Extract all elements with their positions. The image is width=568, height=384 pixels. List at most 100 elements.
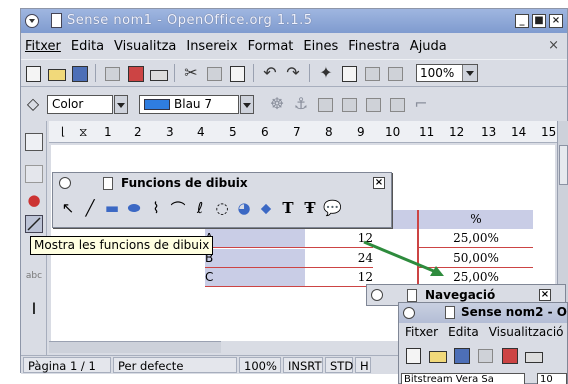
wrap-through-icon[interactable] bbox=[339, 94, 359, 114]
navigator-menu-icon[interactable] bbox=[371, 289, 383, 301]
shadow-icon[interactable]: ☸ bbox=[267, 94, 287, 114]
redo-icon[interactable]: ↷ bbox=[283, 63, 303, 83]
anchor-icon[interactable]: ⚓ bbox=[291, 94, 311, 114]
curve-icon[interactable]: ⌒ bbox=[169, 198, 187, 219]
cut-icon[interactable]: ✂ bbox=[181, 63, 201, 83]
paste-icon[interactable] bbox=[227, 63, 247, 83]
line-style-select[interactable]: Color bbox=[47, 94, 128, 114]
horizontal-scrollbar[interactable] bbox=[49, 341, 221, 353]
menu-edita[interactable]: Edita bbox=[448, 325, 479, 339]
ruler-number: 9 bbox=[357, 125, 365, 139]
datasources-icon[interactable] bbox=[385, 63, 405, 83]
pie-icon[interactable]: ◕ bbox=[235, 199, 253, 217]
minimize-button[interactable]: _ bbox=[515, 14, 529, 28]
document-close-button[interactable]: × bbox=[548, 38, 559, 53]
table-header-cell[interactable]: % bbox=[419, 210, 533, 229]
title-bar[interactable]: Sense nom1 - OpenOffice.org 1.1.5 _ ■ × bbox=[21, 9, 567, 33]
status-zoom[interactable]: 100% bbox=[239, 357, 281, 373]
print-icon[interactable] bbox=[523, 345, 543, 365]
area-style-icon[interactable]: ◇ bbox=[23, 94, 43, 114]
second-window-menu-icon[interactable] bbox=[403, 307, 415, 319]
menu-insereix[interactable]: Insereix bbox=[186, 39, 237, 54]
gallery-icon[interactable] bbox=[362, 63, 382, 83]
ruler-number: 4 bbox=[197, 125, 205, 139]
ellipse-icon[interactable]: ⬬ bbox=[125, 199, 143, 217]
window-menu-icon[interactable] bbox=[25, 14, 39, 28]
insert-icon[interactable] bbox=[25, 133, 43, 151]
freeform-icon[interactable]: ℓ bbox=[191, 199, 209, 217]
close-button[interactable]: × bbox=[549, 14, 563, 28]
menu-fitxer[interactable]: Fitxer bbox=[25, 39, 61, 54]
status-selection-mode[interactable]: STD bbox=[325, 357, 353, 373]
second-window-toolbar bbox=[403, 345, 543, 365]
scrollbar-thumb[interactable] bbox=[559, 145, 568, 185]
export-pdf-icon[interactable] bbox=[499, 345, 519, 365]
edit-file-icon[interactable] bbox=[475, 345, 495, 365]
menu-format[interactable]: Format bbox=[248, 39, 294, 54]
panel-title-bar[interactable]: Funcions de dibuix × bbox=[53, 173, 391, 193]
open-folder-icon[interactable] bbox=[427, 345, 447, 365]
font-size-select[interactable]: 10 bbox=[537, 373, 567, 384]
status-page-style[interactable]: Per defecte bbox=[113, 357, 237, 373]
navigator-icon[interactable]: ✦ bbox=[316, 63, 336, 83]
menu-visualitzacio[interactable]: Visualització bbox=[489, 325, 564, 339]
new-document-icon[interactable] bbox=[23, 63, 43, 83]
line-icon[interactable]: ╱ bbox=[81, 199, 99, 217]
spellcheck-icon[interactable]: abc bbox=[25, 271, 43, 289]
status-hyperlink-mode[interactable]: H bbox=[355, 357, 371, 373]
panel-close-button[interactable]: × bbox=[373, 177, 385, 189]
drop-icon[interactable]: ⬥ bbox=[257, 199, 275, 217]
new-document-icon[interactable] bbox=[403, 345, 423, 365]
save-icon[interactable] bbox=[69, 63, 89, 83]
insert-field-icon[interactable] bbox=[25, 165, 43, 183]
table-icon[interactable] bbox=[339, 63, 359, 83]
ruler-number: 8 bbox=[325, 125, 333, 139]
copy-icon[interactable] bbox=[204, 63, 224, 83]
rectangle-icon[interactable]: ▬ bbox=[103, 199, 121, 217]
panel-menu-icon[interactable] bbox=[59, 177, 71, 189]
select-arrow-icon[interactable]: ↖ bbox=[59, 199, 77, 217]
status-insert-mode[interactable]: INSRT bbox=[283, 357, 323, 373]
navigator-close-button[interactable]: × bbox=[539, 289, 551, 301]
tab-stop-icon[interactable]: ⌊ bbox=[61, 125, 65, 138]
table-cell[interactable]: A bbox=[205, 229, 305, 248]
arc-icon[interactable]: ◌ bbox=[213, 199, 231, 217]
undo-icon[interactable]: ↶ bbox=[260, 63, 280, 83]
draw-functions-icon[interactable] bbox=[25, 215, 43, 233]
polygon-icon[interactable]: ⌇ bbox=[147, 199, 165, 217]
line-style-value: Color bbox=[52, 96, 84, 111]
table-cell[interactable]: B bbox=[205, 249, 305, 268]
menu-visualitza[interactable]: Visualitza bbox=[114, 39, 176, 54]
form-icon[interactable]: ● bbox=[25, 191, 43, 209]
callout-icon[interactable]: 💬 bbox=[323, 199, 342, 217]
fill-color-select[interactable]: Blau 7 bbox=[139, 94, 254, 114]
font-name-select[interactable]: Bitstream Vera Sa bbox=[401, 373, 525, 384]
second-window-title-bar[interactable]: Sense nom2 - O bbox=[399, 303, 567, 323]
arrange-icon[interactable] bbox=[387, 94, 407, 114]
save-icon[interactable] bbox=[451, 345, 471, 365]
navigator-doc-icon bbox=[407, 289, 417, 302]
print-icon[interactable] bbox=[148, 63, 168, 83]
zoom-select[interactable]: 100% bbox=[416, 64, 478, 82]
menu-edita[interactable]: Edita bbox=[71, 39, 104, 54]
second-window-menu-bar: Fitxer Edita Visualització bbox=[405, 325, 564, 339]
wrap-icon[interactable] bbox=[315, 94, 335, 114]
horizontal-ruler[interactable]: ⌊ ⧖ 1 2 3 4 5 6 7 8 9 10 11 12 13 14 15 bbox=[49, 121, 557, 143]
menu-fitxer[interactable]: Fitxer bbox=[405, 325, 438, 339]
maximize-button[interactable]: ■ bbox=[532, 14, 546, 28]
menu-finestra[interactable]: Finestra bbox=[348, 39, 400, 54]
open-folder-icon[interactable] bbox=[46, 63, 66, 83]
document-icon bbox=[445, 306, 455, 319]
menu-ajuda[interactable]: Ajuda bbox=[410, 39, 447, 54]
fontwork-icon[interactable]: Ŧ bbox=[301, 199, 319, 217]
fill-color-value: Blau 7 bbox=[174, 96, 212, 111]
align-icon[interactable] bbox=[363, 94, 383, 114]
edit-file-icon[interactable] bbox=[102, 63, 122, 83]
menu-eines[interactable]: Eines bbox=[303, 39, 338, 54]
text-icon[interactable]: T bbox=[279, 199, 297, 217]
text-cursor-icon[interactable]: I bbox=[25, 299, 43, 318]
indent-marker-icon[interactable]: ⧖ bbox=[79, 125, 87, 140]
table-cell[interactable]: C bbox=[205, 268, 305, 287]
export-pdf-icon[interactable] bbox=[125, 63, 145, 83]
flip-icon[interactable]: ⌐ bbox=[411, 94, 431, 114]
